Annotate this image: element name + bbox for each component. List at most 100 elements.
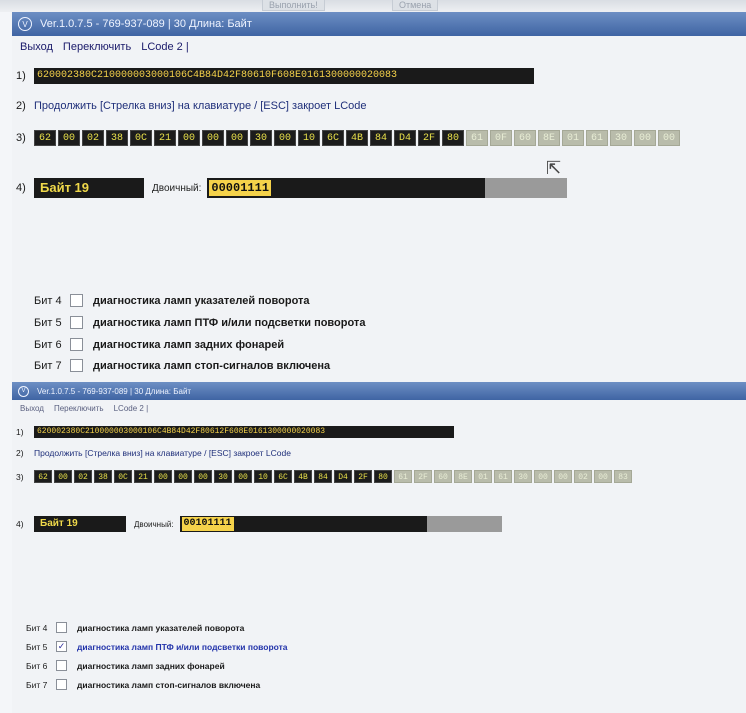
menu-switch[interactable]: Переключить [63,41,131,53]
byte-cell[interactable]: 21 [154,130,176,146]
bit-checkbox[interactable] [56,679,67,690]
byte-cell[interactable]: 02 [574,470,592,483]
bytes-row: 3) 62 00 02 38 0C 21 00 00 00 30 00 10 6C 4B 84 D4 2F 80 6… [12,130,680,146]
byte-cell[interactable]: 00 [174,470,192,483]
byte-cell[interactable]: 62 [34,470,52,483]
byte-cell[interactable]: 4B [346,130,368,146]
bit-label: Бит 5 [34,316,62,329]
binary-bar: 00101111 [179,516,502,532]
window-title: Ver.1.0.7.5 - 769-937-089 | 30 Длина: Ба… [37,386,192,396]
byte-cell[interactable]: 00 [274,130,296,146]
binary-value[interactable]: 00001111 [209,180,272,196]
byte-cell[interactable]: 60 [514,130,536,146]
byte-cell[interactable]: 8E [538,130,560,146]
row-number: 1) [16,70,26,82]
byte-cell[interactable]: 6C [274,470,292,483]
byte-cell[interactable]: 83 [614,470,632,483]
byte-cell[interactable]: 00 [594,470,612,483]
menu-lcode[interactable]: LCode 2 | [114,404,149,413]
bit-checkbox[interactable] [70,338,83,351]
byte-cell[interactable]: 21 [134,470,152,483]
byte-cell[interactable]: 30 [214,470,232,483]
instruction-text: Продолжить [Стрелка вниз] на клавиатуре … [34,100,367,112]
byte-cell[interactable]: 00 [534,470,552,483]
byte-info-row: 4) Байт 19 Двоичный: 00101111 [12,516,502,532]
byte-cell[interactable]: 00 [58,130,80,146]
hex-row: 1) 620002380C210000003000106C4B84D42F806… [12,426,454,438]
menu-exit[interactable]: Выход [20,41,53,53]
byte-cell[interactable]: 2F [414,470,432,483]
bit-description: диагностика ламп задних фонарей [93,338,285,351]
byte-cell[interactable]: 80 [374,470,392,483]
bit-checkbox[interactable] [56,622,67,633]
cancel-button[interactable]: Отмена [392,0,439,11]
byte-cell[interactable]: 30 [514,470,532,483]
bit-checkbox[interactable]: ✓ [56,641,67,652]
byte-cells: 62 00 02 38 0C 21 00 00 00 30 00 10 6C 4B 84 D4 2F 80 61 0F… [34,130,680,146]
bit-description: диагностика ламп задних фонарей [77,660,225,671]
byte-cell[interactable]: 00 [54,470,72,483]
byte-cell[interactable]: 61 [586,130,608,146]
byte-cell[interactable]: 61 [394,470,412,483]
byte-cell[interactable]: 01 [562,130,584,146]
bit-label: Бит 4 [26,622,48,633]
menu-exit[interactable]: Выход [20,404,44,413]
menu-lcode[interactable]: LCode 2 | [141,41,189,53]
byte-cell[interactable]: 38 [106,130,128,146]
byte-cell[interactable]: 2F [354,470,372,483]
bit-checkbox[interactable] [70,294,83,307]
byte-cell[interactable]: 10 [298,130,320,146]
byte-cell[interactable]: 02 [74,470,92,483]
byte-cell[interactable]: 0C [114,470,132,483]
byte-cell[interactable]: 80 [442,130,464,146]
bit-row: Бит 6 диагностика ламп задних фонарей [34,338,284,351]
byte-cell[interactable]: 00 [154,470,172,483]
hex-string[interactable]: 620002380C210000003000106C4B84D42F80612F… [34,426,454,438]
byte-cell[interactable]: 4B [294,470,312,483]
byte-cell[interactable]: 00 [554,470,572,483]
byte-cell[interactable]: 00 [226,130,248,146]
row-number: 2) [16,100,26,112]
byte-cell[interactable]: 0F [490,130,512,146]
byte-cell[interactable]: 10 [254,470,272,483]
bit-checkbox[interactable] [56,660,67,671]
byte-cell[interactable]: 61 [466,130,488,146]
bit-description: диагностика ламп стоп-сигналов включена [77,679,261,690]
byte-cell[interactable]: 30 [610,130,632,146]
byte-cell[interactable]: 84 [370,130,392,146]
byte-cell[interactable]: 38 [94,470,112,483]
byte-cell[interactable]: 00 [178,130,200,146]
bit-checkbox[interactable] [70,316,83,329]
byte-cell[interactable]: 00 [202,130,224,146]
byte-cell[interactable]: 6C [322,130,344,146]
byte-cell[interactable]: 00 [634,130,656,146]
binary-value[interactable]: 00101111 [181,517,234,531]
byte-cell[interactable]: 00 [658,130,680,146]
binary-bar: 00001111 [207,178,568,198]
execute-button[interactable]: Выполнить! [262,0,325,11]
mouse-cursor-icon: ⇱ [546,158,562,178]
byte-cell[interactable]: 0C [130,130,152,146]
menu-switch[interactable]: Переключить [54,404,104,413]
bit-description: диагностика ламп указателей поворота [77,622,245,633]
byte-cell[interactable]: 60 [434,470,452,483]
byte-cell[interactable]: 8E [454,470,472,483]
byte-cell[interactable]: D4 [334,470,352,483]
bit-label: Бит 7 [34,359,62,372]
byte-cell[interactable]: 01 [474,470,492,483]
byte-cell[interactable]: 62 [34,130,56,146]
byte-cell[interactable]: 2F [418,130,440,146]
byte-cell[interactable]: 61 [494,470,512,483]
byte-cell[interactable]: 84 [314,470,332,483]
instruction-row: 2) Продолжить [Стрелка вниз] на клавиату… [12,448,291,458]
hex-string[interactable]: 620002380C210000003000106C4B84D42F80610F… [34,68,534,84]
row-number: 1) [16,427,24,437]
bit-checkbox[interactable] [70,359,83,372]
byte-cell[interactable]: 00 [194,470,212,483]
byte-cell[interactable]: 02 [82,130,104,146]
byte-cell[interactable]: 00 [234,470,252,483]
byte-cell[interactable]: 30 [250,130,272,146]
bit-row: Бит 4 диагностика ламп указателей поворо… [26,622,244,633]
bit-label: Бит 5 [26,641,48,652]
byte-cell[interactable]: D4 [394,130,416,146]
